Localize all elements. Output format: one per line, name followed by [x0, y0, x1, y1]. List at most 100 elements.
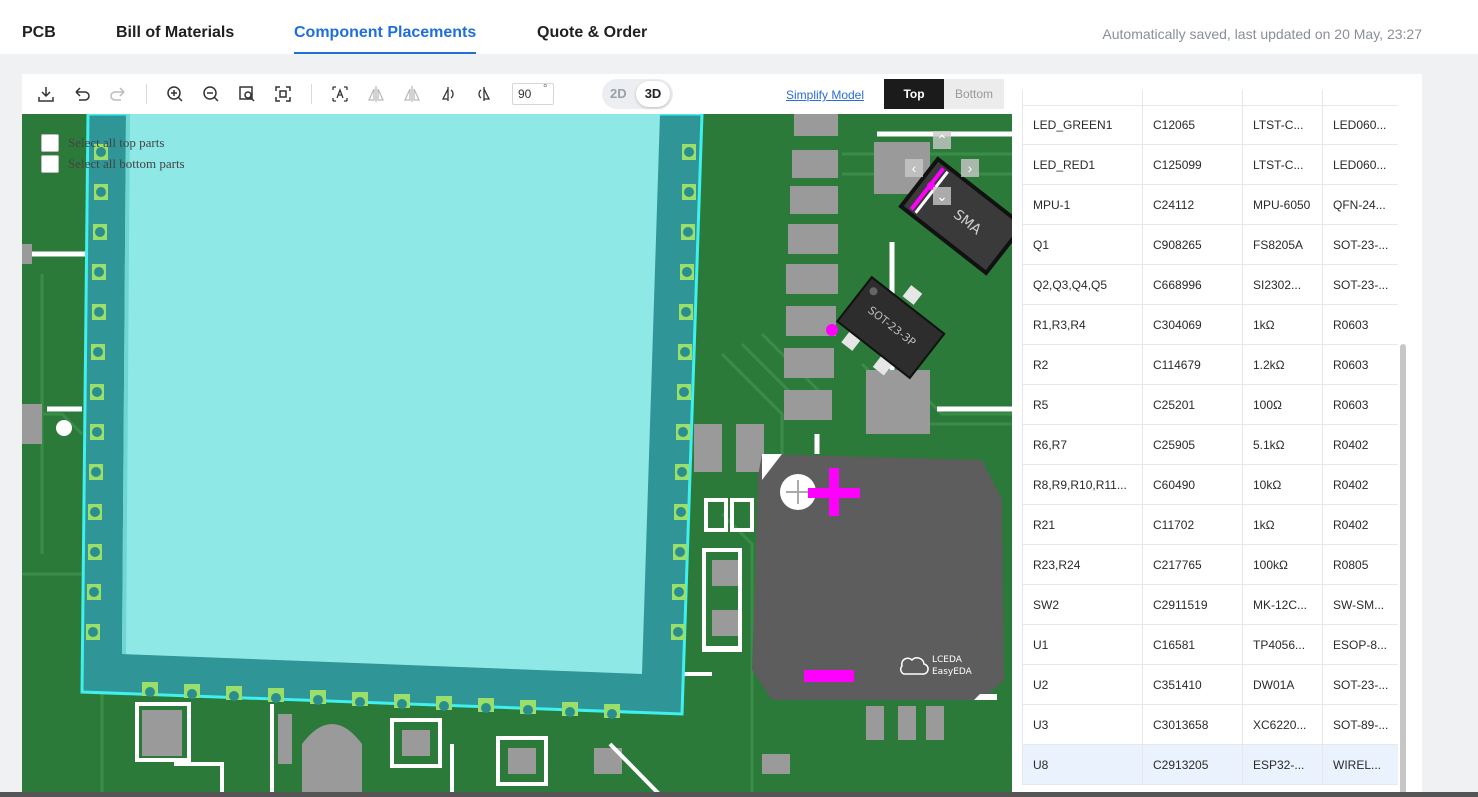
- tab-quote-order[interactable]: Quote & Order: [537, 24, 647, 42]
- table-row[interactable]: SW2 C2911519 MK-12C... SW-SM...: [1022, 585, 1398, 625]
- zoom-to-area-icon[interactable]: [237, 84, 257, 104]
- redo-icon[interactable]: [108, 84, 128, 104]
- view-mode-toggle: 2D 3D: [602, 79, 673, 109]
- rotation-unit-label: °: [543, 83, 548, 95]
- table-row[interactable]: U1 C16581 TP4056... ESOP-8...: [1022, 625, 1398, 665]
- mode-2d-button[interactable]: 2D: [610, 86, 627, 101]
- value-cell: MK-12C...: [1242, 585, 1322, 625]
- table-row[interactable]: LED_RED1 C125099 LTST-C... LED060...: [1022, 145, 1398, 185]
- download-icon[interactable]: [36, 84, 56, 104]
- footprint-cell: SOT-89-...: [1322, 705, 1398, 745]
- footprint-cell: R0402: [1322, 425, 1398, 465]
- table-row[interactable]: U3 C3013658 XC6220... SOT-89-...: [1022, 705, 1398, 745]
- nudge-right-icon[interactable]: ›: [961, 159, 979, 177]
- mode-3d-button[interactable]: 3D: [636, 81, 670, 107]
- value-cell: 100kΩ: [1242, 545, 1322, 585]
- value-cell: SI2302...: [1242, 265, 1322, 305]
- viewer-toolbar: 90 ° 2D 3D Simplify Model Top Bottom: [22, 74, 1012, 114]
- value-cell: FS8205A: [1242, 225, 1322, 265]
- footprint-cell: R0402: [1322, 505, 1398, 545]
- table-row[interactable]: R2 C114679 1.2kΩ R0603: [1022, 345, 1398, 385]
- footprint-cell: SW-SM...: [1322, 585, 1398, 625]
- side-top-button[interactable]: Top: [884, 79, 944, 109]
- designator-cell: Q2,Q3,Q4,Q5: [1022, 265, 1142, 305]
- autosave-status: Automatically saved, last updated on 20 …: [1102, 26, 1422, 42]
- value-cell: 1.2kΩ: [1242, 345, 1322, 385]
- nudge-left-icon[interactable]: ‹: [905, 159, 923, 177]
- lcsc-part-cell: C125099: [1142, 145, 1242, 185]
- table-row[interactable]: R21 C11702 1kΩ R0402: [1022, 505, 1398, 545]
- designator-cell: LED_GREEN1: [1022, 105, 1142, 145]
- table-row[interactable]: R5 C25201 100Ω R0603: [1022, 385, 1398, 425]
- side-bottom-button[interactable]: Bottom: [944, 79, 1004, 109]
- footprint-cell: SOT-23-...: [1322, 265, 1398, 305]
- footprint-cell: LED060...: [1322, 105, 1398, 145]
- designator-cell: MPU-1: [1022, 185, 1142, 225]
- lcsc-part-cell: C25201: [1142, 385, 1242, 425]
- nudge-up-icon[interactable]: ⌃: [933, 131, 951, 149]
- select-all-bottom-parts[interactable]: Select all bottom parts: [41, 155, 185, 173]
- zoom-in-icon[interactable]: [165, 84, 185, 104]
- designator-cell: R1,R3,R4: [1022, 305, 1142, 345]
- table-row-selected[interactable]: U8 C2913205 ESP32-... WIREL...: [1022, 745, 1398, 785]
- table-row[interactable]: MPU-1 C24112 MPU-6050 QFN-24...: [1022, 185, 1398, 225]
- text-label-icon[interactable]: [330, 84, 350, 104]
- lcsc-part-cell: C2913205: [1142, 745, 1242, 785]
- window-bottom-edge: [0, 792, 1478, 797]
- table-row[interactable]: Q1 C908265 FS8205A SOT-23-...: [1022, 225, 1398, 265]
- tab-bill-of-materials[interactable]: Bill of Materials: [116, 24, 234, 42]
- lcsc-part-cell: C114679: [1142, 345, 1242, 385]
- pcb-board-render: SMA SOT-23-3P LCEDA EasyEDA: [22, 114, 1012, 797]
- undo-icon[interactable]: [72, 84, 92, 104]
- nudge-down-icon[interactable]: ⌄: [933, 187, 951, 205]
- simplify-model-link[interactable]: Simplify Model: [786, 88, 864, 102]
- flip-vertical-icon[interactable]: [402, 84, 422, 104]
- designator-cell: Q1: [1022, 225, 1142, 265]
- designator-cell: R23,R24: [1022, 545, 1142, 585]
- designator-cell: R2: [1022, 345, 1142, 385]
- table-row[interactable]: R23,R24 C217765 100kΩ R0805: [1022, 545, 1398, 585]
- footprint-cell: WIREL...: [1322, 745, 1398, 785]
- lcsc-part-cell: C60490: [1142, 465, 1242, 505]
- table-row[interactable]: LED_GREEN1 C12065 LTST-C... LED060...: [1022, 105, 1398, 145]
- rotate-right-icon[interactable]: [474, 84, 494, 104]
- lcsc-part-cell: C16581: [1142, 625, 1242, 665]
- table-row[interactable]: U2 C351410 DW01A SOT-23-...: [1022, 665, 1398, 705]
- tab-component-placements[interactable]: Component Placements: [294, 24, 476, 42]
- lcsc-part-cell: C668996: [1142, 265, 1242, 305]
- table-scrollbar[interactable]: [1400, 344, 1406, 797]
- tab-pcb[interactable]: PCB: [22, 24, 56, 42]
- footprint-cell: R0603: [1322, 385, 1398, 425]
- value-cell: ESP32-...: [1242, 745, 1322, 785]
- pcb-3d-viewport[interactable]: SMA SOT-23-3P LCEDA EasyEDA Select all t…: [22, 114, 1012, 797]
- footprint-cell: ESOP-8...: [1322, 625, 1398, 665]
- lcsc-part-cell: C908265: [1142, 225, 1242, 265]
- value-cell: 1kΩ: [1242, 305, 1322, 345]
- value-cell: MPU-6050: [1242, 185, 1322, 225]
- select-all-top-parts[interactable]: Select all top parts: [41, 134, 164, 152]
- table-row[interactable]: R1,R3,R4 C304069 1kΩ R0603: [1022, 305, 1398, 345]
- zoom-out-icon[interactable]: [201, 84, 221, 104]
- fit-view-icon[interactable]: [273, 84, 293, 104]
- value-cell: TP4056...: [1242, 625, 1322, 665]
- footprint-cell: SOT-23-...: [1322, 665, 1398, 705]
- table-row[interactable]: R6,R7 C25905 5.1kΩ R0402: [1022, 425, 1398, 465]
- select-all-top-checkbox[interactable]: [41, 134, 59, 152]
- rotation-angle-input[interactable]: 90: [512, 83, 554, 105]
- value-cell: 1kΩ: [1242, 505, 1322, 545]
- value-cell: 10kΩ: [1242, 465, 1322, 505]
- top-navigation: PCB Bill of Materials Component Placemen…: [0, 0, 1478, 54]
- table-row[interactable]: R8,R9,R10,R11... C60490 10kΩ R0402: [1022, 465, 1398, 505]
- lceda-logo-line2: EasyEDA: [932, 667, 973, 677]
- select-all-bottom-checkbox[interactable]: [41, 155, 59, 173]
- select-all-bottom-label: Select all bottom parts: [68, 156, 185, 171]
- toolbar-divider: [311, 84, 312, 104]
- lcsc-part-cell: C217765: [1142, 545, 1242, 585]
- rotate-left-icon[interactable]: [438, 84, 458, 104]
- value-cell: LTST-C...: [1242, 105, 1322, 145]
- lcsc-part-cell: C3013658: [1142, 705, 1242, 745]
- placement-panel: 90 ° 2D 3D Simplify Model Top Bottom SMA…: [22, 74, 1422, 797]
- designator-cell: LED_RED1: [1022, 145, 1142, 185]
- flip-horizontal-icon[interactable]: [366, 84, 386, 104]
- table-row[interactable]: Q2,Q3,Q4,Q5 C668996 SI2302... SOT-23-...: [1022, 265, 1398, 305]
